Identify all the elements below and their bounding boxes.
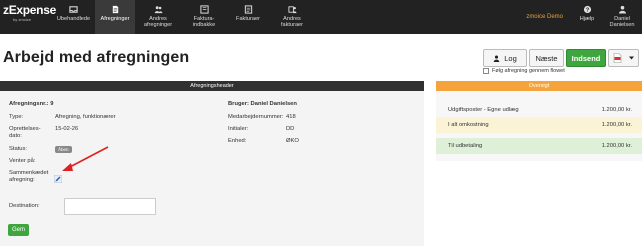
inbox-icon <box>69 4 79 14</box>
question-icon: ? <box>582 4 592 14</box>
employee-number-value: 418 <box>286 114 296 120</box>
nav-item-label: Ubehandlede <box>56 16 91 22</box>
user-icon <box>617 4 627 14</box>
follow-checkbox[interactable] <box>483 68 489 74</box>
log-label: Log <box>504 53 517 63</box>
waiting-label: Venter på: <box>9 158 36 164</box>
status-label: Status: <box>9 146 28 152</box>
follow-label: Følg afregning gennem flowet <box>492 68 565 74</box>
overview-header: Oversigt <box>436 81 642 91</box>
page-title: Arbejd med afregningen <box>3 49 190 66</box>
pdf-dropdown-button[interactable] <box>608 49 639 67</box>
svg-text:?: ? <box>585 7 589 13</box>
nav-item-ubehandlede[interactable]: Ubehandlede <box>52 0 95 34</box>
nav-item-andres-afregninger[interactable]: Andres afregninger <box>135 0 181 34</box>
overview-row-label: Til udbetaling <box>448 143 483 149</box>
submit-label: Indsend <box>571 53 601 63</box>
brand-name: zExpense <box>3 3 56 17</box>
next-label: Næste <box>535 53 558 63</box>
employee-number-label: Medarbejdernummer: <box>228 114 284 120</box>
company-name[interactable]: zmoice Demo <box>526 0 572 34</box>
created-label: Oprettelses-dato: <box>9 126 41 139</box>
people-invoice-icon <box>287 4 297 14</box>
top-navigation-bar: zExpense by zmoice Ubehandlede Afregning… <box>0 0 642 34</box>
unit-label: Enhed: <box>228 138 247 144</box>
brand-logo[interactable]: zExpense by zmoice <box>0 0 56 34</box>
initials-value: DD <box>286 126 295 132</box>
people-icon <box>153 4 163 14</box>
user-icon <box>493 55 500 62</box>
nav-item-afregninger[interactable]: Afregninger <box>95 0 135 34</box>
submit-button[interactable]: Indsend <box>566 49 606 67</box>
main-nav: Ubehandlede Afregninger Andres afregning… <box>52 0 315 34</box>
next-button[interactable]: Næste <box>529 49 564 67</box>
inbox-tray-icon <box>199 4 209 14</box>
brand-byline: by zmoice <box>13 17 32 22</box>
nav-item-andres-fakturaer[interactable]: Andres fakturaer <box>269 0 315 34</box>
overview-row-label: Udgiftsposter - Egne udlæg <box>448 107 519 113</box>
combined-label: Sammenkædet afregning: <box>9 170 49 183</box>
settlement-number: Afregningsnr.: 9 <box>9 101 54 107</box>
nav-item-label: Andres fakturaer <box>280 16 304 28</box>
overview-row-payout: Til udbetaling 1.200,00 kr. <box>436 138 642 154</box>
type-value: Afregning, funktionærer <box>55 114 116 120</box>
initials-label: Initialer: <box>228 126 249 132</box>
overview-row-label: I alt omkostning <box>448 122 489 128</box>
annotation-arrow-icon <box>62 146 109 171</box>
overview-row-value: 1.200,00 kr. <box>601 143 632 149</box>
overview-panel: Oversigt Udgiftsposter - Egne udlæg 1.20… <box>436 81 642 161</box>
help-button[interactable]: ? Hjælp <box>572 0 602 34</box>
nav-item-fakturaer[interactable]: Fakturaer <box>227 0 269 34</box>
nav-item-label: Andres afregninger <box>143 16 173 28</box>
created-value: 15-02-26 <box>55 126 79 132</box>
settlement-header-title: Afregningsheader <box>0 81 424 91</box>
destination-label: Destination: <box>9 203 40 209</box>
overview-row-expenses: Udgiftsposter - Egne udlæg 1.200,00 kr. <box>436 102 642 118</box>
user-name-label: Daniel Danielsen <box>609 16 635 28</box>
destination-input[interactable] <box>64 198 156 215</box>
overview-row-value: 1.200,00 kr. <box>601 107 632 113</box>
save-button[interactable]: Gem <box>8 224 29 236</box>
log-button[interactable]: Log <box>483 49 527 67</box>
nav-item-label: Faktura-indbakke <box>192 16 216 28</box>
user-menu[interactable]: Daniel Danielsen <box>602 0 642 34</box>
nav-item-label: Fakturaer <box>236 16 260 22</box>
type-label: Type: <box>9 114 24 120</box>
nav-item-label: Afregninger <box>100 16 130 22</box>
help-label: Hjælp <box>579 16 595 22</box>
overview-row-total-cost: I alt omkostning 1.200,00 kr. <box>436 117 642 133</box>
overview-row-value: 1.200,00 kr. <box>601 122 632 128</box>
top-right-area: zmoice Demo ? Hjælp Daniel Danielsen <box>526 0 642 34</box>
document-icon <box>110 4 120 14</box>
chevron-down-icon <box>629 56 635 60</box>
invoice-icon <box>243 4 253 14</box>
nav-item-faktura-indbakke[interactable]: Faktura-indbakke <box>181 0 227 34</box>
pdf-icon <box>613 53 622 63</box>
unit-value: ØKO <box>286 138 299 144</box>
user-label: Bruger: Daniel Danielsen <box>228 101 297 107</box>
follow-flow-option[interactable]: Følg afregning gennem flowet <box>483 68 565 74</box>
